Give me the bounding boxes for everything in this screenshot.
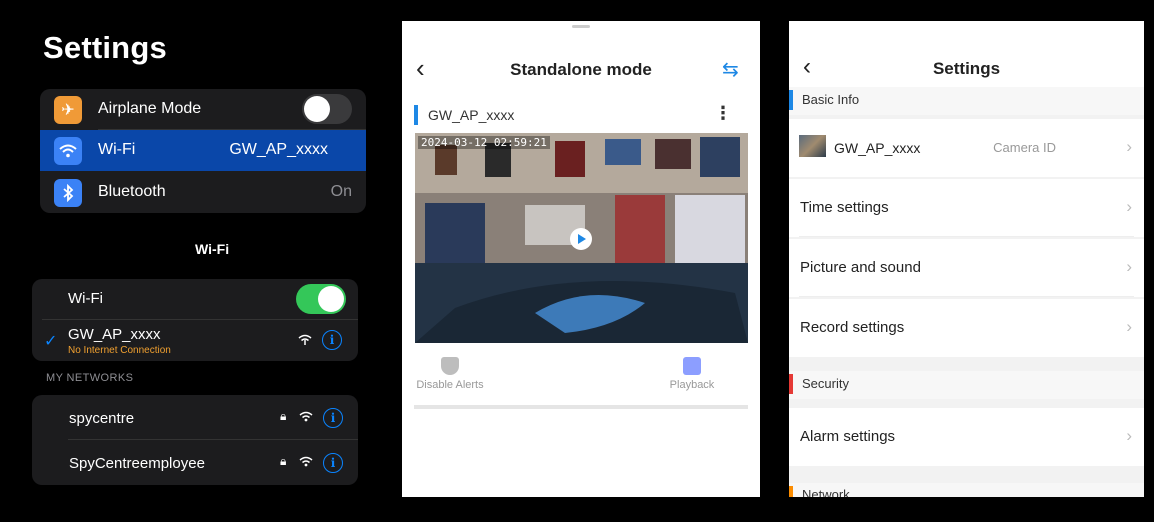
divider	[42, 319, 358, 320]
camera-header: GW_AP_xxxx ⋮	[414, 103, 748, 125]
divider	[68, 439, 358, 440]
ios-settings-panel: Settings ✈ Airplane Mode Wi-Fi GW_AP_xxx…	[0, 0, 390, 522]
item-label: Record settings	[800, 319, 905, 336]
page-title: Settings	[932, 59, 1001, 78]
more-icon[interactable]: ⋮	[714, 103, 732, 124]
wifi-section-title: Wi-Fi	[195, 241, 230, 257]
alarm-settings-row[interactable]: Alarm settings ›	[789, 408, 1144, 466]
section-network: Network	[789, 483, 1144, 497]
network-name: SpyCentreemployee	[69, 455, 205, 472]
section-security: Security	[789, 371, 1144, 399]
item-label: Time settings	[800, 199, 889, 216]
wifi-signal-icon	[298, 333, 312, 348]
lock-icon: 🔒︎	[280, 454, 287, 468]
section-basic-info: Basic Info	[789, 87, 1144, 115]
bluetooth-icon	[54, 179, 82, 207]
info-icon[interactable]: i	[323, 453, 343, 473]
bluetooth-value: On	[330, 183, 352, 200]
wifi-signal-icon	[299, 410, 313, 425]
info-icon[interactable]: i	[322, 330, 342, 350]
wifi-value: GW_AP_xxxx	[229, 141, 328, 158]
chevron-right-icon: ›	[1126, 317, 1132, 336]
chevron-right-icon: ›	[1126, 197, 1132, 216]
camera-name: GW_AP_xxxx	[834, 140, 921, 156]
page-title: Standalone mode	[510, 60, 652, 79]
airplane-mode-row[interactable]: ✈ Airplane Mode	[40, 89, 366, 130]
section-title: Network	[802, 487, 850, 497]
camera-settings-panel: ‹ Settings Basic Info GW_AP_xxxx Camera …	[789, 21, 1144, 497]
wifi-signal-icon	[299, 455, 313, 470]
playback-label: Playback	[669, 379, 715, 391]
my-networks-label: MY NETWORKS	[46, 372, 134, 384]
wifi-toggle[interactable]	[296, 284, 346, 314]
camera-name: GW_AP_xxxx	[428, 107, 515, 123]
bluetooth-row[interactable]: Bluetooth On	[40, 172, 366, 213]
chevron-right-icon: ›	[1126, 257, 1132, 276]
networks-group: spycentre 🔒︎ i SpyCentreemployee 🔒︎ i	[32, 395, 358, 485]
section-title: Security	[802, 376, 849, 391]
item-label: Alarm settings	[800, 428, 896, 445]
chevron-right-icon: ›	[1126, 426, 1132, 445]
section-accent	[789, 486, 793, 497]
video-timestamp: 2024-03-12 02:59:21	[418, 136, 550, 149]
connected-network-name: GW_AP_xxxx	[68, 326, 161, 343]
live-video[interactable]: 2024-03-12 02:59:21	[415, 133, 748, 343]
record-settings-row[interactable]: Record settings ›	[789, 299, 1144, 357]
bluetooth-label: Bluetooth	[98, 183, 166, 200]
time-settings-row[interactable]: Time settings ›	[789, 179, 1144, 237]
airplane-icon: ✈	[54, 96, 82, 124]
camera-thumbnail	[799, 135, 826, 157]
connection-status: No Internet Connection	[68, 345, 171, 356]
divider	[414, 405, 748, 409]
wifi-toggle-label: Wi-Fi	[68, 290, 103, 307]
accent-bar	[414, 105, 418, 125]
camera-id-label: Camera ID	[993, 140, 1056, 155]
switch-icon[interactable]: ⇆	[722, 57, 739, 82]
page-title: Settings	[43, 30, 167, 65]
info-icon[interactable]: i	[323, 408, 343, 428]
lock-icon: 🔒︎	[280, 409, 287, 423]
wifi-group: Wi-Fi ✓ GW_AP_xxxx No Internet Connectio…	[32, 279, 358, 361]
wifi-row[interactable]: Wi-Fi GW_AP_xxxx	[40, 130, 366, 171]
playback-icon	[683, 357, 701, 375]
airplane-mode-toggle[interactable]	[302, 94, 352, 124]
section-title: Basic Info	[802, 92, 860, 107]
drag-handle	[572, 25, 590, 28]
section-accent	[789, 90, 793, 110]
wifi-label: Wi-Fi	[98, 141, 136, 158]
section-accent	[789, 374, 793, 394]
wifi-icon	[54, 137, 82, 165]
picture-sound-row[interactable]: Picture and sound ›	[789, 239, 1144, 297]
item-label: Picture and sound	[800, 259, 921, 276]
playback-button[interactable]: Playback	[664, 357, 720, 391]
disable-alerts-button[interactable]: Disable Alerts	[415, 357, 485, 391]
disable-alerts-label: Disable Alerts	[416, 379, 484, 391]
network-name: spycentre	[69, 410, 135, 427]
airplane-mode-label: Airplane Mode	[98, 100, 202, 117]
toggle-knob	[318, 286, 344, 312]
chevron-right-icon: ›	[1126, 137, 1132, 156]
shield-icon	[441, 357, 459, 375]
header: ‹ Settings	[789, 21, 1144, 87]
play-icon[interactable]	[570, 228, 592, 250]
checkmark-icon: ✓	[44, 333, 58, 350]
toggle-knob	[304, 96, 330, 122]
settings-group: ✈ Airplane Mode Wi-Fi GW_AP_xxxx Bluetoo…	[40, 89, 366, 213]
camera-id-row[interactable]: GW_AP_xxxx Camera ID ›	[789, 119, 1144, 177]
standalone-mode-panel: ‹ Standalone mode ⇆ GW_AP_xxxx ⋮ 2024-03…	[402, 21, 760, 497]
